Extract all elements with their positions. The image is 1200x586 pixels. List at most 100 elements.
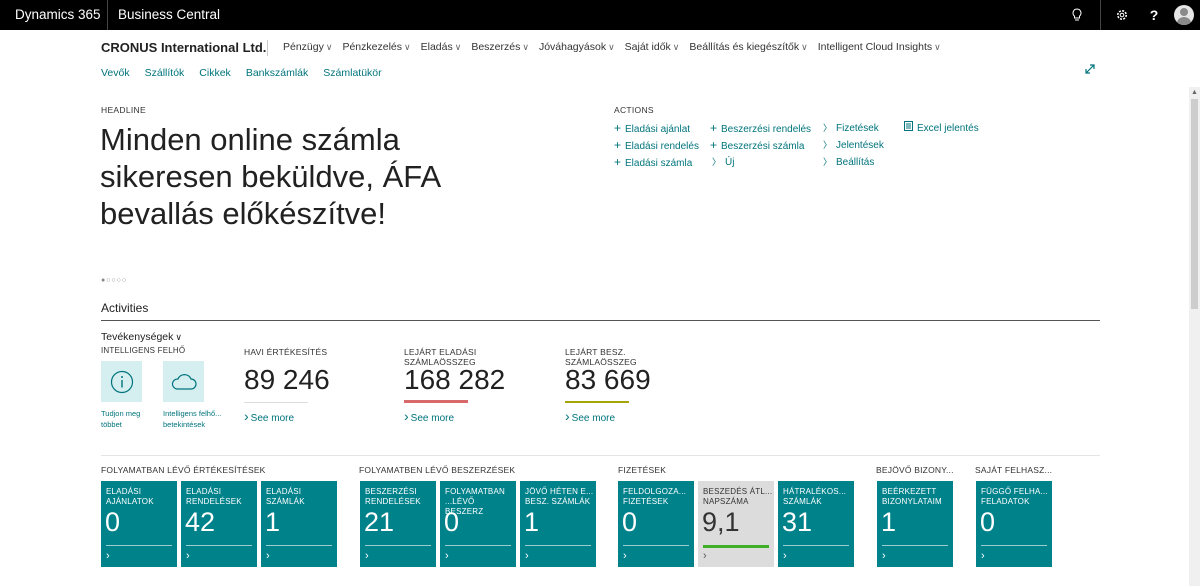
tile-divider [186,545,252,546]
subnav-cikkek[interactable]: Cikkek [199,67,231,79]
scrollbar[interactable]: ▲ [1189,87,1200,586]
tile-fuggo-feladatok[interactable]: FÜGGŐ FELHA... FELADATOK 0 › [976,481,1052,567]
kpi-value-havi[interactable]: 89 246 [244,364,330,396]
headline-pager[interactable]: ●○○○○ [101,277,127,284]
main-nav: Pénzügy Pénzkezelés Eladás Beszerzés Jóv… [283,41,951,53]
cloud-tile-caption[interactable]: Intelligens felhő... betekintések [163,408,229,430]
gear-icon[interactable] [1105,0,1139,30]
nav-item-beszerzes[interactable]: Beszerzés [471,41,529,53]
action-eladasi-rendeles[interactable]: + Eladási rendelés [614,138,699,152]
tile-value: 0 [980,507,996,537]
action-beallitas[interactable]: 〉 Beállítás [823,155,874,168]
chevron-right-icon: › [365,550,369,562]
subnav-vevok[interactable]: Vevők [101,67,130,79]
tile-title: JÖVŐ HÉTEN E... BESZ. SZÁMLÁK [525,487,594,506]
kpi-value-lejart-besz[interactable]: 83 669 [565,364,651,396]
brand-label[interactable]: Dynamics 365 [15,7,101,22]
action-eladasi-ajanlat[interactable]: + Eladási ajánlat [614,121,690,135]
kpi-bar-havi [244,402,308,403]
action-beszerzesi-rendeles[interactable]: + Beszerzési rendelés [710,121,811,135]
tile-eladasi-ajanlatok[interactable]: ELADÁSI AJÁNLATOK 0 › [101,481,177,567]
action-label: Excel jelentés [917,123,979,134]
action-label: Beállítás [836,157,875,168]
scroll-up-icon[interactable]: ▲ [1191,89,1198,96]
document-icon [904,121,913,133]
tile-value: 0 [444,507,460,537]
tile-value: 9,1 [702,507,740,537]
action-excel-jelentes[interactable]: Excel jelentés [904,121,979,134]
tile-jovo-heten-besz-szamlak[interactable]: JÖVŐ HÉTEN E... BESZ. SZÁMLÁK 1 › [520,481,596,567]
tile-status-bar [703,545,769,548]
nav-item-sajat-idok[interactable]: Saját idők [625,41,680,53]
group-header-ertekesitesek: FOLYAMATBAN LÉVŐ ÉRTÉKESÍTÉSEK [101,465,266,475]
action-uj[interactable]: 〉 Új [712,155,734,168]
action-eladasi-szamla[interactable]: + Eladási számla [614,155,692,169]
activities-divider [101,320,1100,321]
tile-beszerzesi-rendelesek[interactable]: BESZERZÉSI RENDELÉSEK 21 › [360,481,436,567]
app-name[interactable]: Business Central [118,7,220,22]
action-label: Eladási ajánlat [625,124,691,135]
nav-divider [267,40,268,56]
subnav-bankszamlak[interactable]: Bankszámlák [246,67,308,79]
info-tile-caption[interactable]: Tudjon meg többet [101,408,151,430]
company-name[interactable]: CRONUS International Ltd. [101,40,266,55]
lightbulb-icon[interactable] [1060,0,1094,30]
tile-folyamatban-beszerz[interactable]: FOLYAMATBAN ...LÉVŐ BESZERZ 0 › [440,481,516,567]
tile-value: 42 [185,507,216,537]
tile-divider [882,545,948,546]
see-more-lejart-besz[interactable]: See more [565,408,615,424]
see-more-lejart-eladasi[interactable]: See more [404,408,454,424]
chevron-right-icon: › [981,550,985,562]
nav-item-beallitas[interactable]: Beállítás és kiegészítők [689,41,807,53]
tile-value: 1 [881,507,897,537]
tile-beszedes-napszama[interactable]: BESZEDÉS ÁTL... NAPSZÁMA 9,1 › [698,481,774,567]
tile-title: BESZERZÉSI RENDELÉSEK [365,487,421,506]
tile-hatralekos-szamlak[interactable]: HÁTRALÉKOS... SZÁMLÁK 31 › [778,481,854,567]
expand-icon[interactable] [1084,63,1096,78]
nav-item-jovahagyasok[interactable]: Jóváhagyások [539,41,615,53]
avatar[interactable] [1167,0,1200,30]
tile-divider [106,545,172,546]
action-label: Beszerzési rendelés [721,124,812,135]
subnav-szamlatukor[interactable]: Számlatükör [323,67,381,79]
chevron-right-icon: › [882,550,886,562]
tile-beerkezett-bizonylatok[interactable]: BEÉRKEZETT BIZONYLATAIM 1 › [877,481,953,567]
nav-item-cloud-insights[interactable]: Intelligent Cloud Insights [818,41,941,53]
tile-value: 31 [782,507,813,537]
tile-divider [623,545,689,546]
kpi-value-lejart-eladasi[interactable]: 168 282 [404,364,505,396]
nav-item-penzkezeles[interactable]: Pénzkezelés [342,41,410,53]
tile-title: ELADÁSI SZÁMLÁK [266,487,305,506]
tile-value: 0 [622,507,638,537]
info-tile[interactable] [101,361,142,402]
chevron-right-icon: › [106,550,110,562]
chevron-right-icon: 〉 [823,140,833,150]
activities-dropdown[interactable]: Tevékenységek [101,331,182,343]
plus-icon: + [710,121,718,135]
action-jelentesek[interactable]: 〉 Jelentések [823,138,884,151]
tile-eladasi-rendelesek[interactable]: ELADÁSI RENDELÉSEK 42 › [181,481,257,567]
action-label: Fizetések [836,123,879,134]
headline-label: HEADLINE [101,105,146,115]
tile-divider [445,545,511,546]
chevron-right-icon: › [186,550,190,562]
tile-value: 1 [524,507,540,537]
subnav-szallitok[interactable]: Szállítók [145,67,185,79]
action-beszerzesi-szamla[interactable]: + Beszerzési számla [710,138,804,152]
nav-item-penzugy[interactable]: Pénzügy [283,41,332,53]
action-label: Eladási rendelés [625,141,699,152]
group-header-fizetesek: FIZETÉSEK [618,465,667,475]
tile-eladasi-szamlak[interactable]: ELADÁSI SZÁMLÁK 1 › [261,481,337,567]
help-icon[interactable]: ? [1137,0,1171,30]
activities-title: Activities [101,301,149,315]
cloud-tile[interactable] [163,361,204,402]
nav-item-eladas[interactable]: Eladás [421,41,462,53]
headline-text: Minden online számla sikeresen beküldve,… [100,122,440,231]
scrollbar-thumb[interactable] [1191,99,1198,309]
see-more-havi[interactable]: See more [244,408,294,424]
tile-feldolgozas-fizetesek[interactable]: FELDOLGOZA... FIZETÉSEK 0 › [618,481,694,567]
tile-title: FÜGGŐ FELHA... FELADATOK [981,487,1048,506]
action-label: Beszerzési számla [721,141,805,152]
chevron-right-icon: › [445,550,449,562]
action-fizetesek[interactable]: 〉 Fizetések [823,121,879,134]
